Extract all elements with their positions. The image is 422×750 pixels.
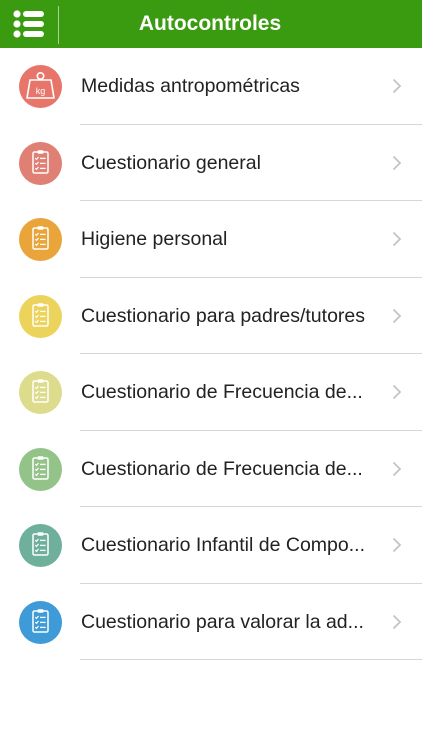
chevron-right-icon xyxy=(392,537,402,553)
list-item-cuestionario-general[interactable]: Cuestionario general xyxy=(0,125,422,201)
chevron-right-icon xyxy=(392,78,402,94)
checklist-icon xyxy=(19,141,62,185)
checklist-icon xyxy=(19,371,62,414)
list-item-label: Cuestionario Infantil de Compo... xyxy=(81,534,365,556)
checklist-icon xyxy=(19,524,62,567)
menu-button[interactable] xyxy=(0,0,58,48)
chevron-right-icon xyxy=(392,461,402,476)
list-item-valorar[interactable]: Cuestionario para valorar la ad... xyxy=(0,584,422,660)
header-bar: Autocontroles xyxy=(0,0,422,48)
chevron-right-icon xyxy=(392,308,402,323)
list-item-higiene-personal[interactable]: Higiene personal xyxy=(0,201,422,278)
list-item-label: Cuestionario de Frecuencia de... xyxy=(81,457,363,480)
list-item-label: Higiene personal xyxy=(81,228,228,250)
page-title: Autocontroles xyxy=(138,12,282,35)
checklist-icon xyxy=(19,447,62,491)
header-divider xyxy=(58,6,59,44)
chevron-right-icon xyxy=(392,231,402,247)
kg-text: kg xyxy=(36,86,46,96)
list-item-frecuencia-2[interactable]: Cuestionario de Frecuencia de... xyxy=(0,431,422,507)
list-item-medidas[interactable]: kg Medidas antropométricas xyxy=(0,48,422,125)
checklist-icon xyxy=(19,294,62,338)
list-item-label: Cuestionario para padres/tutores xyxy=(81,304,365,327)
list-item-label: Cuestionario de Frecuencia de... xyxy=(81,381,363,403)
list-item-label: Medidas antropométricas xyxy=(81,75,300,97)
divider xyxy=(80,659,422,660)
chevron-right-icon xyxy=(392,614,402,629)
list-menu-icon xyxy=(13,10,45,38)
checklist-icon xyxy=(19,218,62,261)
list-item-label: Cuestionario general xyxy=(81,151,261,174)
weight-kg-icon: kg xyxy=(19,65,62,108)
chevron-right-icon xyxy=(392,155,402,170)
checklist-icon xyxy=(19,600,62,644)
list: kg Medidas antropométricas Cuestionario … xyxy=(0,48,422,660)
list-item-label: Cuestionario para valorar la ad... xyxy=(81,610,364,633)
list-item-padres-tutores[interactable]: Cuestionario para padres/tutores xyxy=(0,278,422,354)
list-item-infantil[interactable]: Cuestionario Infantil de Compo... xyxy=(0,507,422,584)
list-item-frecuencia-1[interactable]: Cuestionario de Frecuencia de... xyxy=(0,354,422,431)
chevron-right-icon xyxy=(392,384,402,400)
